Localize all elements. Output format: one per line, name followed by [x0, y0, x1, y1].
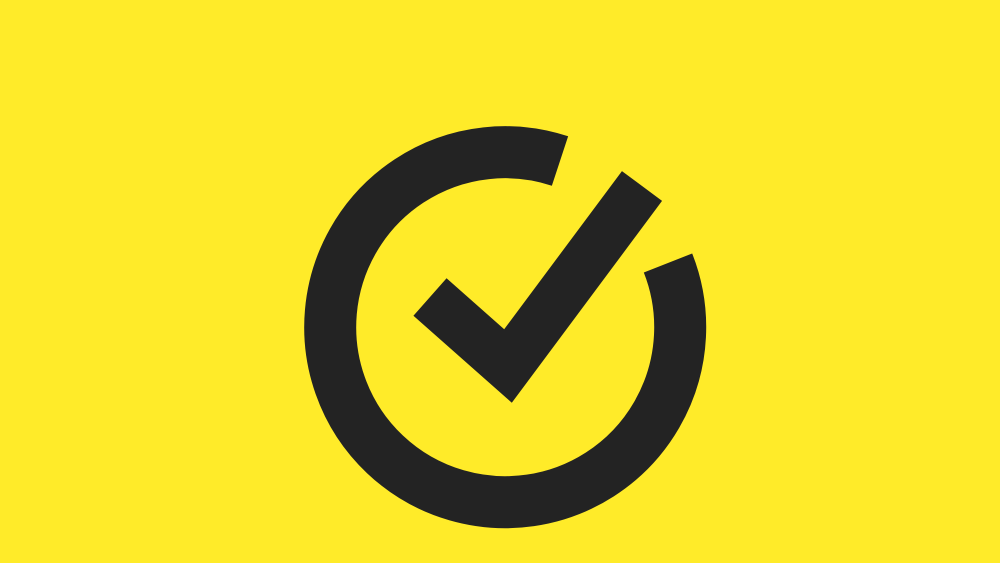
check-circle-icon [0, 0, 1000, 563]
logo-canvas [0, 0, 1000, 563]
